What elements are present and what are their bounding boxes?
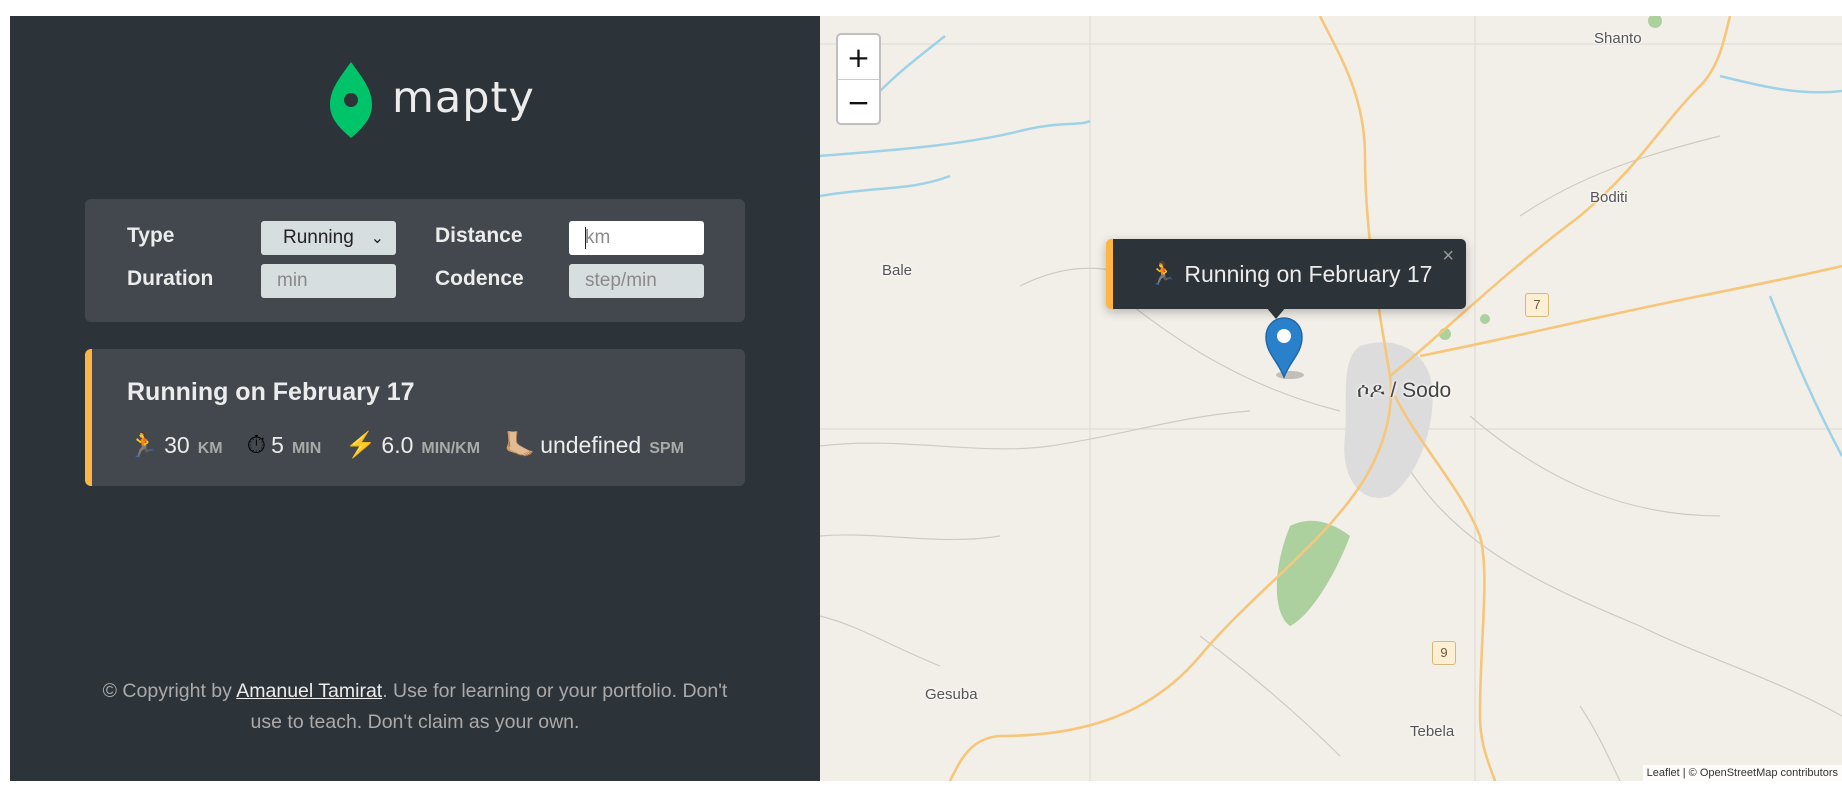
- detail-unit: spm: [649, 440, 684, 457]
- runner-icon: 🏃: [128, 431, 160, 459]
- workout-details: 🏃 30 km ⏱ 5 min ⚡️ 6.0 min/km 🦶🏼 undefin…: [128, 431, 708, 460]
- cadence-input[interactable]: [569, 264, 704, 298]
- chevron-down-icon: ⌄: [370, 230, 384, 247]
- town-label-shanto: Shanto: [1594, 30, 1642, 47]
- cadence-label: Codence: [435, 267, 524, 290]
- map-tiles: [820, 16, 1842, 781]
- workout-detail-cadence: 🦶🏼 undefined spm: [504, 431, 684, 460]
- map-marker-icon[interactable]: [1264, 317, 1304, 379]
- workout-detail-pace: ⚡️ 6.0 min/km: [345, 431, 480, 460]
- stopwatch-icon: ⏱: [246, 431, 267, 459]
- distance-input[interactable]: [569, 221, 704, 255]
- town-label-sodo: ሶዶ / Sodo: [1357, 379, 1452, 402]
- copyright: © Copyright by Amanuel Tamirat. Use for …: [90, 676, 740, 738]
- duration-label: Duration: [127, 267, 214, 290]
- popup-text: Running on February 17: [1184, 260, 1433, 287]
- form-row: Duration Codence: [85, 264, 745, 298]
- logo: mapty: [328, 60, 535, 140]
- copyright-prefix: © Copyright by: [102, 679, 237, 702]
- detail-value: undefined: [540, 432, 642, 458]
- road-shield-9: 9: [1432, 641, 1456, 665]
- town-label-boditi: Boditi: [1590, 189, 1628, 206]
- logo-text: mapty: [392, 73, 535, 123]
- duration-input[interactable]: [261, 264, 396, 298]
- detail-value: 6.0: [381, 432, 414, 458]
- runner-icon: 🏃: [1149, 261, 1177, 286]
- workout-card[interactable]: Running on February 17 🏃 30 km ⏱ 5 min ⚡…: [85, 349, 745, 486]
- town-label-tebela: Tebela: [1410, 723, 1455, 740]
- town-label-gesuba: Gesuba: [925, 686, 978, 703]
- app-container: mapty Type Running ⌄ Distance Duration C…: [10, 16, 1842, 781]
- detail-unit: km: [197, 440, 223, 457]
- foot-icon: 🦶🏼: [504, 431, 536, 459]
- zoom-control: + −: [836, 33, 881, 125]
- type-label: Type: [127, 224, 175, 247]
- map[interactable]: + − Shanto Boditi Bale ሶዶ / Sodo Gesuba …: [820, 16, 1842, 781]
- type-select-value: Running: [283, 227, 354, 248]
- type-select[interactable]: Running ⌄: [261, 221, 396, 255]
- workout-popup[interactable]: 🏃 Running on February 17 ×: [1106, 239, 1466, 319]
- map-attribution[interactable]: Leaflet | © OpenStreetMap contributors: [1642, 765, 1842, 781]
- text-cursor: [585, 227, 586, 249]
- workout-form: Type Running ⌄ Distance Duration Codence: [85, 199, 745, 322]
- detail-unit: min/km: [421, 440, 481, 457]
- author-link[interactable]: Amanuel Tamirat: [236, 680, 382, 702]
- detail-value: 30: [164, 432, 190, 458]
- zoom-in-button[interactable]: +: [838, 35, 879, 80]
- distance-label: Distance: [435, 224, 523, 247]
- sidebar: mapty Type Running ⌄ Distance Duration C…: [10, 16, 820, 781]
- workout-detail-duration: ⏱ 5 min: [247, 431, 322, 460]
- road-shield-7: 7: [1525, 293, 1549, 317]
- map-pin-icon: [330, 62, 372, 138]
- lightning-icon: ⚡️: [345, 431, 377, 459]
- form-row: Type Running ⌄ Distance: [85, 221, 745, 255]
- zoom-out-button[interactable]: −: [838, 80, 879, 124]
- workout-detail-distance: 🏃 30 km: [128, 431, 223, 460]
- close-icon[interactable]: ×: [1442, 245, 1454, 268]
- workout-title: Running on February 17: [127, 378, 415, 406]
- detail-unit: min: [291, 440, 322, 457]
- detail-value: 5: [271, 432, 284, 458]
- town-label-bale: Bale: [882, 262, 913, 279]
